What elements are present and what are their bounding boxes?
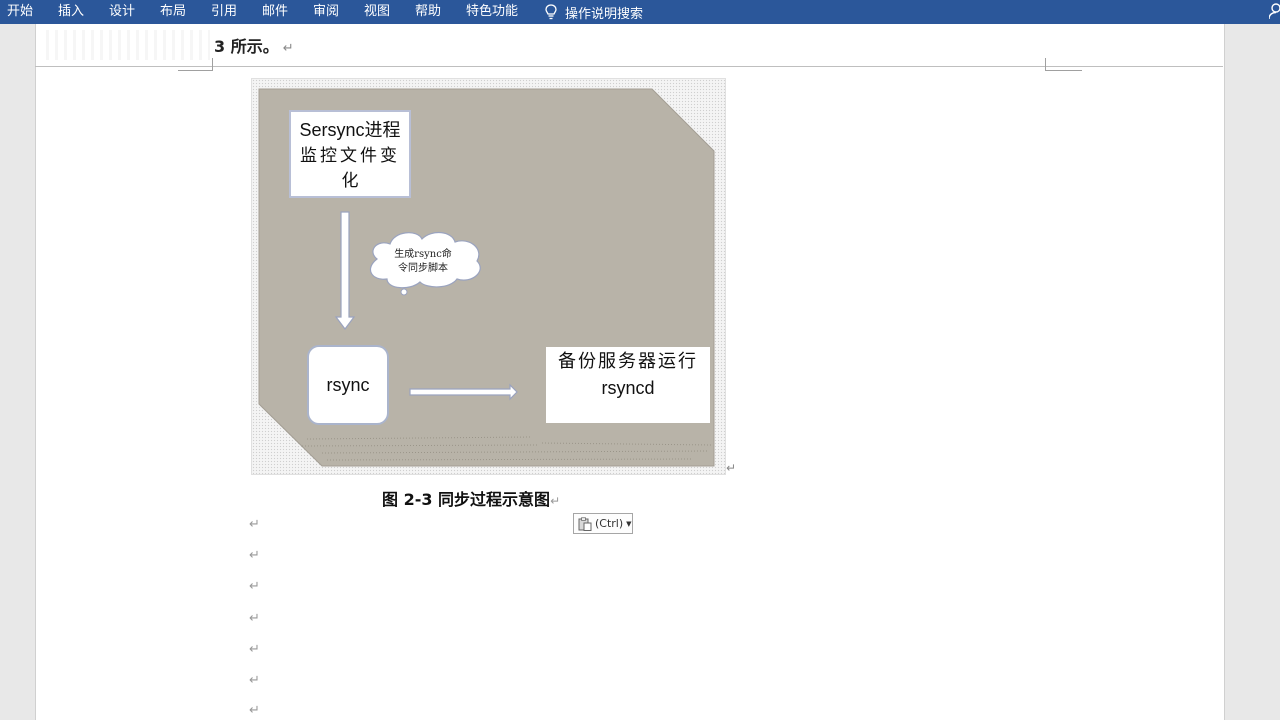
sersync-process-box: Sersync进程 监控文件变 化 <box>289 110 411 198</box>
lightbulb-icon <box>545 4 557 20</box>
cloud-line-2: 令同步脚本 <box>398 263 448 274</box>
tell-me-search[interactable]: 操作说明搜索 <box>545 2 643 22</box>
paragraph-mark: ↵ <box>282 41 294 56</box>
backup-server-label: 备份服务器运行 <box>558 351 698 372</box>
paragraph-mark: ↵ <box>550 494 561 508</box>
cloud-line-1: 生成rsync命 <box>394 249 452 260</box>
paste-options-label: (Ctrl) <box>595 517 624 530</box>
tab-help[interactable]: 帮助 <box>415 3 441 21</box>
clipboard-icon <box>578 516 592 531</box>
tab-insert[interactable]: 插入 <box>58 3 84 21</box>
paragraph-mark[interactable]: ↵ <box>249 579 260 594</box>
sersync-line-3: 化 <box>341 171 359 191</box>
body-text: 3 所示。 <box>214 37 279 56</box>
paragraph-mark[interactable]: ↵ <box>249 673 260 688</box>
figure-caption[interactable]: 图 2-3 同步过程示意图↵ <box>382 486 560 510</box>
obscured-text <box>40 30 210 60</box>
tab-layout[interactable]: 布局 <box>160 3 186 21</box>
ribbon-tab-bar: 开始 插入 设计 布局 引用 邮件 审阅 视图 帮助 特色功能 操作说明搜索 <box>0 0 1280 24</box>
tell-me-label: 操作说明搜索 <box>565 6 644 22</box>
tab-mailings[interactable]: 邮件 <box>262 3 288 21</box>
paragraph-mark[interactable]: ↵ <box>249 548 260 563</box>
tab-view[interactable]: 视图 <box>364 3 390 21</box>
paragraph-mark[interactable]: ↵ <box>249 642 260 657</box>
backup-server-box: 备份服务器运行 rsyncd <box>546 347 710 423</box>
account-icon[interactable] <box>1269 3 1280 19</box>
paragraph-mark[interactable]: ↵ <box>249 611 260 626</box>
caption-text: 图 2-3 同步过程示意图 <box>382 490 551 509</box>
sersync-line-1: Sersync进程 <box>291 118 409 144</box>
rsync-box: rsync <box>307 345 389 425</box>
paragraph-mark[interactable]: ↵ <box>249 517 260 532</box>
margin-crop-mark-left <box>178 58 213 71</box>
paragraph-mark: ↵ <box>726 461 737 475</box>
body-text-line[interactable]: 3 所示。 ↵ <box>214 33 294 57</box>
sersync-line-2: 监控文件变 <box>300 146 400 166</box>
tab-references[interactable]: 引用 <box>211 3 237 21</box>
paragraph-mark[interactable]: ↵ <box>249 703 260 718</box>
tab-design[interactable]: 设计 <box>109 3 135 21</box>
tab-home[interactable]: 开始 <box>7 3 33 21</box>
cloud-text: 生成rsync命 令同步脚本 <box>378 248 468 276</box>
tab-review[interactable]: 审阅 <box>313 3 339 21</box>
sersync-label-1: Sersync进程 <box>299 120 401 140</box>
rsyncd-label: rsyncd <box>601 378 655 398</box>
chevron-down-icon: ▼ <box>626 519 632 528</box>
margin-crop-mark-right <box>1045 58 1082 71</box>
tab-features[interactable]: 特色功能 <box>466 3 518 21</box>
cloud-tail-dot <box>400 288 408 296</box>
paste-options-button[interactable]: (Ctrl) ▼ <box>573 513 633 534</box>
